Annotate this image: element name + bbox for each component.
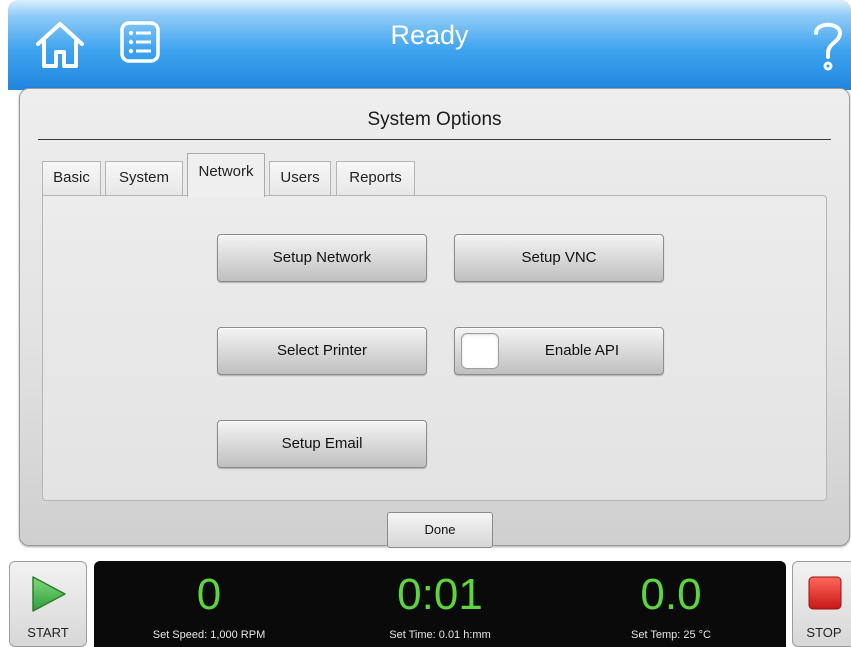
network-tab-content: Setup Network Setup VNC Select Printer E… [42, 195, 827, 501]
header-bar: Ready [8, 0, 851, 90]
time-setpoint: Set Time: 0.01 h:mm [389, 629, 491, 641]
start-label: START [27, 625, 69, 640]
enable-api-label: Enable API [544, 342, 620, 359]
tab-users[interactable]: Users [269, 161, 331, 195]
setup-email-button[interactable]: Setup Email [217, 420, 427, 468]
title-divider [38, 139, 831, 140]
setup-network-button[interactable]: Setup Network [217, 234, 427, 282]
stop-icon [808, 576, 842, 610]
time-value: 0:01 [397, 570, 483, 619]
panel-title: System Options [367, 109, 502, 130]
temp-value: 0.0 [640, 570, 702, 619]
tab-reports[interactable]: Reports [336, 161, 415, 195]
question-mark-icon [814, 22, 843, 71]
select-printer-button[interactable]: Select Printer [217, 327, 427, 375]
speed-value: 0 [196, 570, 222, 619]
temp-setpoint: Set Temp: 25 °C [630, 629, 711, 641]
tab-basic[interactable]: Basic [42, 161, 101, 195]
stop-button[interactable]: STOP [792, 561, 851, 647]
done-button[interactable]: Done [387, 512, 493, 548]
help-button[interactable] [808, 16, 848, 74]
start-button[interactable]: START [9, 561, 87, 647]
enable-api-toggle[interactable]: Enable API [454, 327, 664, 375]
stop-label: STOP [806, 625, 842, 640]
tab-network[interactable]: Network [187, 153, 265, 197]
tab-system[interactable]: System [105, 161, 183, 195]
setup-vnc-button[interactable]: Setup VNC [454, 234, 664, 282]
play-icon [32, 576, 66, 612]
speed-setpoint: Set Speed: 1,000 RPM [152, 629, 266, 641]
system-options-panel: System Options Basic System Network User… [19, 88, 850, 548]
enable-api-checkbox[interactable] [461, 333, 499, 369]
status-title: Ready [390, 20, 469, 50]
run-readout-panel: 0 Set Speed: 1,000 RPM 0:01 Set Time: 0.… [94, 561, 786, 647]
